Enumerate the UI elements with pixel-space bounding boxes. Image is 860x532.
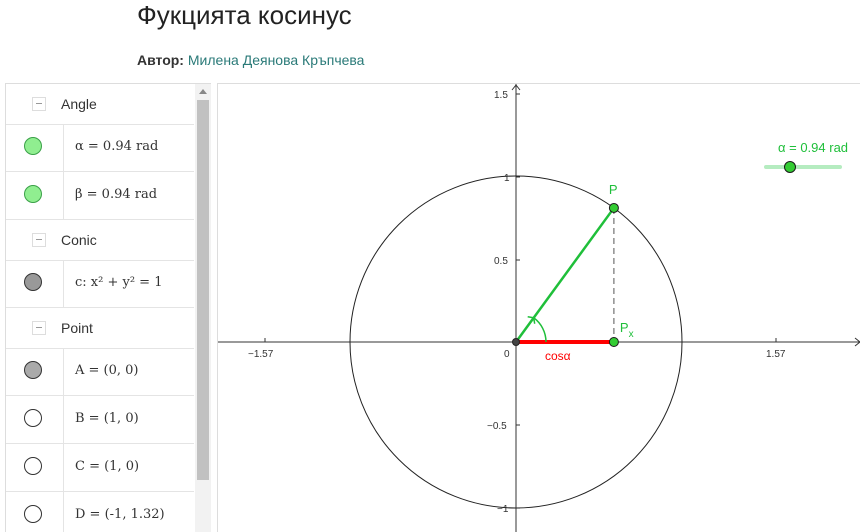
- point-p[interactable]: [608, 202, 619, 213]
- y-tick-label: 1.5: [494, 90, 508, 101]
- visibility-toggle-icon[interactable]: [24, 457, 42, 475]
- algebra-expression[interactable]: C = (1, 0): [75, 459, 139, 474]
- author-link[interactable]: Милена Деянова Кръпчева: [188, 52, 365, 68]
- author-line: Автор: Милена Деянова Кръпчева: [137, 52, 364, 68]
- algebra-expression[interactable]: A = (0, 0): [75, 363, 139, 378]
- author-label: Автор:: [137, 52, 184, 68]
- group-conic[interactable]: Conic: [6, 220, 194, 261]
- y-tick-label: −0.5: [487, 421, 507, 432]
- point-a: [512, 338, 520, 346]
- algebra-row-c-point[interactable]: C = (1, 0): [6, 444, 194, 492]
- visibility-toggle-icon[interactable]: [24, 409, 42, 427]
- scroll-up-icon[interactable]: [199, 89, 207, 94]
- y-tick-label: −1: [497, 504, 509, 515]
- algebra-expression[interactable]: D = (-1, 1.32): [75, 507, 165, 522]
- px-main: P: [620, 320, 629, 335]
- graphics-view[interactable]: −1.57 1.57 1.5 1 0.5 −0.5 −1 0 P Px cosα…: [217, 83, 860, 532]
- point-px-label: Px: [620, 320, 634, 340]
- x-tick-label: 1.57: [766, 349, 786, 360]
- algebra-row-beta[interactable]: β = 0.94 rad: [6, 172, 194, 220]
- group-point[interactable]: Point: [6, 308, 194, 349]
- alpha-slider-handle[interactable]: [784, 161, 796, 173]
- algebra-expression[interactable]: α = 0.94 rad: [75, 139, 158, 154]
- algebra-row-alpha[interactable]: α = 0.94 rad: [6, 124, 194, 172]
- collapse-icon[interactable]: [32, 321, 46, 335]
- visibility-toggle-icon[interactable]: [24, 361, 42, 379]
- algebra-row-d[interactable]: D = (-1, 1.32): [6, 492, 194, 532]
- group-angle[interactable]: Angle: [6, 84, 194, 125]
- algebra-row-c[interactable]: c: x² + y² = 1: [6, 260, 194, 308]
- group-conic-label: Conic: [61, 232, 97, 248]
- angle-arc: [533, 317, 547, 343]
- visibility-toggle-icon[interactable]: [24, 185, 42, 203]
- origin-label: 0: [504, 349, 510, 360]
- collapse-icon[interactable]: [32, 233, 46, 247]
- graphics-canvas[interactable]: −1.57 1.57 1.5 1 0.5 −0.5 −1 0 P Px cosα: [218, 84, 860, 532]
- y-tick-label: 0.5: [494, 256, 508, 267]
- algebra-row-a[interactable]: A = (0, 0): [6, 348, 194, 396]
- y-tick-label: 1: [504, 173, 510, 184]
- scrollbar-thumb[interactable]: [197, 100, 209, 480]
- algebra-row-b[interactable]: B = (1, 0): [6, 396, 194, 444]
- px-sub: x: [629, 329, 634, 340]
- x-tick-label: −1.57: [248, 349, 274, 360]
- algebra-view: Angle α = 0.94 rad β = 0.94 rad Conic c:…: [5, 83, 211, 532]
- visibility-toggle-icon[interactable]: [24, 505, 42, 523]
- radius-segment: [514, 207, 615, 343]
- visibility-toggle-icon[interactable]: [24, 137, 42, 155]
- cos-label: cosα: [545, 349, 571, 363]
- alpha-slider-label: α = 0.94 rad: [778, 140, 849, 155]
- algebra-scrollbar[interactable]: [195, 84, 211, 532]
- group-point-label: Point: [61, 320, 93, 336]
- algebra-expression[interactable]: β = 0.94 rad: [75, 187, 157, 202]
- page-title: Фукцията косинус: [137, 0, 352, 30]
- visibility-toggle-icon[interactable]: [24, 273, 42, 291]
- algebra-expression[interactable]: B = (1, 0): [75, 411, 139, 426]
- point-px: [608, 337, 619, 347]
- algebra-expression[interactable]: c: x² + y² = 1: [75, 275, 162, 290]
- group-angle-label: Angle: [61, 96, 97, 112]
- point-p-label: P: [609, 182, 618, 197]
- collapse-icon[interactable]: [32, 97, 46, 111]
